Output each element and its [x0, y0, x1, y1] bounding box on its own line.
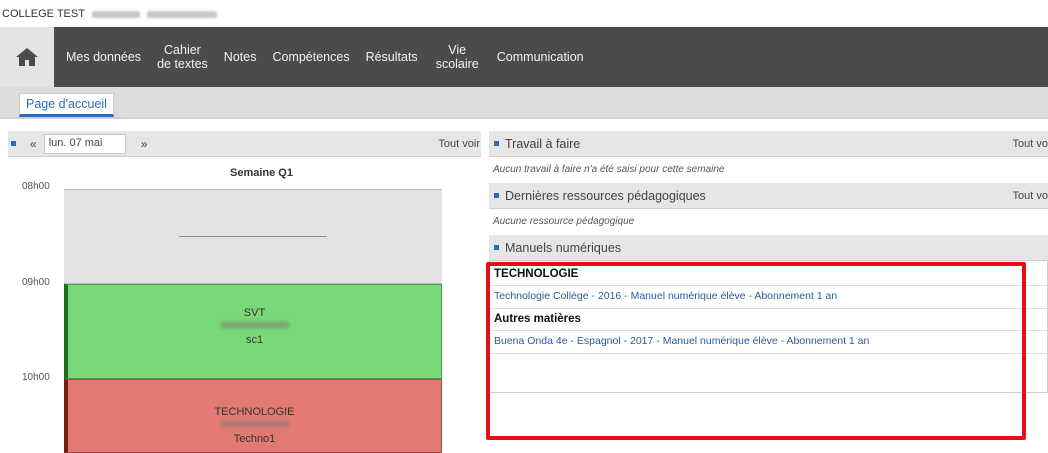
- travail-empty-note: Aucun travail à faire n'a été saisi pour…: [489, 157, 1048, 183]
- tab-page-accueil[interactable]: Page d'accueil: [19, 93, 114, 117]
- nav-communication[interactable]: Communication: [489, 50, 592, 64]
- date-field[interactable]: lun. 07 mai: [43, 133, 126, 154]
- ressources-tout-voir-link[interactable]: Tout vo: [1013, 190, 1048, 202]
- course-room: sc1: [245, 334, 264, 346]
- hour-label: 10h00: [22, 372, 50, 383]
- prev-week-icon[interactable]: «: [30, 137, 37, 151]
- redacted-teacher: [220, 421, 289, 427]
- main-navbar: Mes données Cahier de textes Notes Compé…: [0, 27, 1048, 87]
- bullet-icon: [11, 141, 16, 146]
- ressources-empty-note: Aucune ressource pédagogique: [489, 209, 1048, 235]
- bullet-icon: [494, 141, 499, 146]
- home-button[interactable]: [0, 27, 54, 87]
- travail-header: Travail à faire Tout vo: [489, 131, 1048, 157]
- manuels-list: TECHNOLOGIE Technologie Collège - 2016 -…: [489, 261, 1048, 393]
- course-room: Techno1: [233, 433, 276, 445]
- redacted-text: [146, 10, 217, 18]
- course-subject: TECHNOLOGIE: [214, 406, 295, 418]
- nav-competences[interactable]: Compétences: [264, 50, 357, 64]
- ressources-header: Dernières ressources pédagogiques Tout v…: [489, 183, 1048, 209]
- bullet-icon: [494, 193, 499, 198]
- redacted-teacher: [220, 322, 289, 328]
- travail-title: Travail à faire: [505, 136, 581, 151]
- week-label: Semaine Q1: [230, 167, 293, 179]
- hour-label: 08h00: [22, 181, 50, 192]
- manuels-header: Manuels numériques: [489, 235, 1048, 261]
- course-subject: SVT: [243, 307, 266, 319]
- home-icon: [16, 48, 38, 66]
- manuel-link[interactable]: Technologie Collège - 2016 - Manuel numé…: [490, 285, 1047, 309]
- agenda-panel: « lun. 07 mai » Tout voir Semaine Q1 08h…: [8, 131, 481, 453]
- nav-cahier-de-textes[interactable]: Cahier de textes: [149, 43, 216, 71]
- course-technologie[interactable]: TECHNOLOGIE Techno1: [64, 379, 442, 453]
- redacted-text: [91, 10, 140, 18]
- school-name: COLLEGE TEST: [2, 8, 85, 20]
- hour-label: 09h00: [22, 277, 50, 288]
- manuel-link[interactable]: Buena Onda 4e - Espagnol - 2017 - Manuel…: [490, 330, 1047, 354]
- next-week-icon[interactable]: »: [141, 137, 148, 151]
- travail-tout-voir-link[interactable]: Tout vo: [1013, 138, 1048, 150]
- manuel-category: TECHNOLOGIE: [494, 268, 579, 280]
- empty-slot: [64, 189, 442, 284]
- bullet-icon: [494, 245, 499, 250]
- widgets-panel: Travail à faire Tout vo Aucun travail à …: [489, 131, 1048, 453]
- nav-mes-donnees[interactable]: Mes données: [58, 50, 149, 64]
- schedule: Semaine Q1 08h00 09h00 10h00 SVT sc1 TEC…: [8, 158, 481, 453]
- subnav-bar: Page d'accueil: [0, 87, 1048, 119]
- course-svt[interactable]: SVT sc1: [64, 284, 442, 379]
- manuels-title: Manuels numériques: [505, 240, 622, 255]
- manuel-category: Autres matières: [494, 313, 581, 325]
- school-header: COLLEGE TEST: [0, 0, 1048, 27]
- nav-notes[interactable]: Notes: [216, 50, 265, 64]
- nav-resultats[interactable]: Résultats: [358, 50, 426, 64]
- agenda-tout-voir-link[interactable]: Tout voir: [438, 138, 481, 150]
- divider: [179, 236, 327, 237]
- agenda-header: « lun. 07 mai » Tout voir: [8, 131, 481, 157]
- nav-vie-scolaire[interactable]: Vie scolaire: [426, 43, 489, 71]
- ressources-title: Dernières ressources pédagogiques: [505, 188, 706, 203]
